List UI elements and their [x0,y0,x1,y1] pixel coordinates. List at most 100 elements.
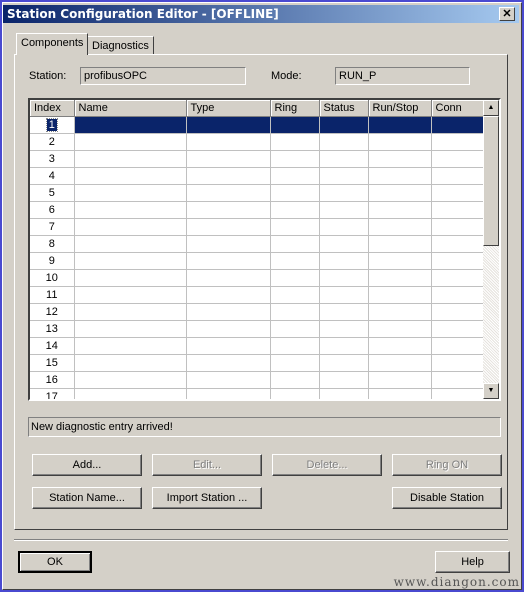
index-cell[interactable]: 10 [30,269,75,287]
grid-cell[interactable] [270,354,320,372]
table-row[interactable]: 3 [30,150,486,168]
grid-cell[interactable] [431,235,486,253]
grid-cell[interactable] [74,201,187,219]
table-row[interactable]: 17 [30,388,486,399]
column-header[interactable]: Name [74,100,187,117]
grid-cell[interactable] [431,320,486,338]
grid-cell[interactable] [431,252,486,270]
grid-cell[interactable] [270,201,320,219]
tab-components[interactable]: Components [16,33,89,55]
grid-cell[interactable] [431,388,486,399]
grid-cell[interactable] [186,201,271,219]
grid-cell[interactable] [368,286,432,304]
grid-cell[interactable] [74,116,187,134]
grid-cell[interactable] [74,133,187,151]
title-bar[interactable]: Station Configuration Editor - [OFFLINE]… [3,5,519,23]
grid-cell[interactable] [186,269,271,287]
column-header[interactable]: Index [30,100,75,117]
grid-cell[interactable] [74,354,187,372]
grid-cell[interactable] [368,388,432,399]
grid-cell[interactable] [319,269,369,287]
grid-cell[interactable] [368,354,432,372]
grid-cell[interactable] [186,184,271,202]
grid-cell[interactable] [74,371,187,389]
table-row[interactable]: 11 [30,286,486,304]
table-row[interactable]: 1 [30,116,486,134]
grid-cell[interactable] [270,337,320,355]
grid-cell[interactable] [319,286,369,304]
grid-cell[interactable] [186,133,271,151]
grid-cell[interactable] [368,150,432,168]
table-row[interactable]: 9 [30,252,486,270]
grid-cell[interactable] [270,184,320,202]
column-header[interactable]: Ring [270,100,320,117]
grid-cell[interactable] [319,133,369,151]
close-icon[interactable]: ✕ [499,7,515,21]
components-grid[interactable]: Index Name Type Ring Status Run/Stop Conn 1234… [28,98,501,401]
grid-cell[interactable] [431,201,486,219]
grid-cell[interactable] [368,252,432,270]
grid-cell[interactable] [368,167,432,185]
grid-cell[interactable] [270,371,320,389]
grid-cell[interactable] [319,371,369,389]
grid-cell[interactable] [319,235,369,253]
grid-cell[interactable] [74,252,187,270]
grid-cell[interactable] [431,150,486,168]
grid-cell[interactable] [186,235,271,253]
index-cell[interactable]: 3 [30,150,75,168]
grid-cell[interactable] [74,286,187,304]
table-row[interactable]: 13 [30,320,486,338]
index-cell[interactable]: 14 [30,337,75,355]
index-cell[interactable]: 6 [30,201,75,219]
index-cell[interactable]: 2 [30,133,75,151]
grid-cell[interactable] [186,286,271,304]
grid-cell[interactable] [431,354,486,372]
delete-button[interactable]: Delete... [272,454,382,476]
table-row[interactable]: 10 [30,269,486,287]
grid-cell[interactable] [270,252,320,270]
grid-cell[interactable] [74,337,187,355]
grid-cell[interactable] [319,218,369,236]
grid-cell[interactable] [270,286,320,304]
grid-cell[interactable] [74,388,187,399]
grid-cell[interactable] [270,235,320,253]
vertical-scrollbar[interactable]: ▲ ▼ [483,100,499,399]
grid-cell[interactable] [270,320,320,338]
grid-cell[interactable] [368,269,432,287]
edit-button[interactable]: Edit... [152,454,262,476]
grid-cell[interactable] [431,133,486,151]
grid-cell[interactable] [270,218,320,236]
grid-cell[interactable] [368,116,432,134]
station-name-button[interactable]: Station Name... [32,487,142,509]
grid-cell[interactable] [319,252,369,270]
index-cell[interactable]: 8 [30,235,75,253]
table-row[interactable]: 8 [30,235,486,253]
ok-button[interactable]: OK [18,551,92,573]
index-cell[interactable]: 15 [30,354,75,372]
table-row[interactable]: 4 [30,167,486,185]
tab-diagnostics[interactable]: Diagnostics [87,36,154,54]
grid-cell[interactable] [186,218,271,236]
index-cell[interactable]: 5 [30,184,75,202]
table-row[interactable]: 12 [30,303,486,321]
grid-cell[interactable] [319,167,369,185]
grid-cell[interactable] [319,337,369,355]
grid-cell[interactable] [186,354,271,372]
grid-cell[interactable] [74,218,187,236]
scroll-thumb[interactable] [483,116,499,246]
grid-cell[interactable] [186,303,271,321]
grid-cell[interactable] [186,388,271,399]
table-row[interactable]: 14 [30,337,486,355]
grid-cell[interactable] [270,116,320,134]
grid-cell[interactable] [431,371,486,389]
index-cell[interactable]: 1 [30,116,75,134]
index-cell[interactable]: 4 [30,167,75,185]
grid-cell[interactable] [431,167,486,185]
grid-cell[interactable] [368,320,432,338]
grid-cell[interactable] [74,184,187,202]
grid-cell[interactable] [74,150,187,168]
grid-cell[interactable] [319,320,369,338]
table-row[interactable]: 5 [30,184,486,202]
grid-cell[interactable] [368,133,432,151]
add-button[interactable]: Add... [32,454,142,476]
